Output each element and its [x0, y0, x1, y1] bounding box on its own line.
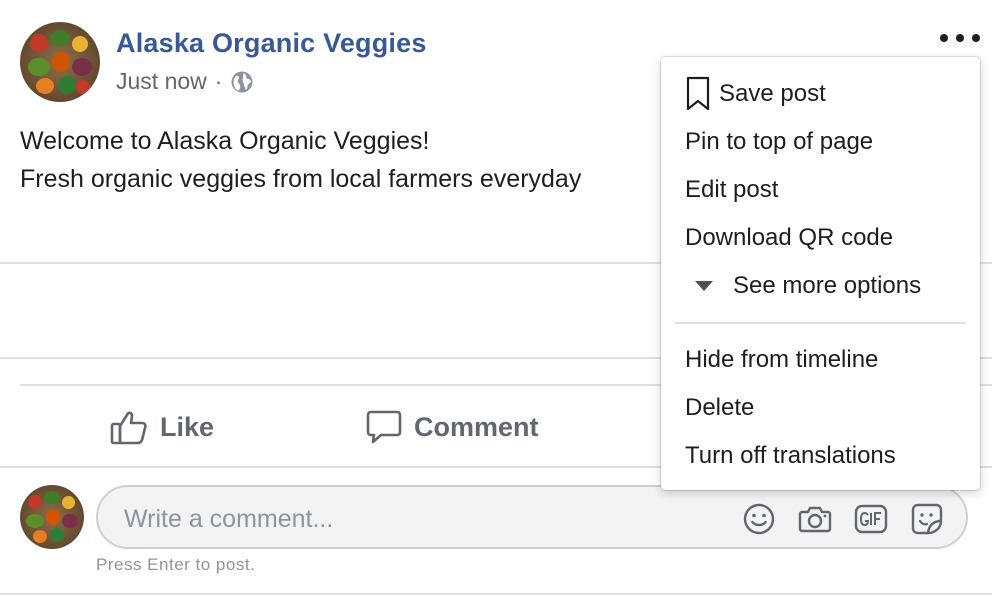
- avatar-veg: [62, 496, 75, 509]
- avatar-veg: [44, 491, 60, 504]
- post-options-menu: Save post Pin to top of page Edit post D…: [661, 57, 980, 490]
- menu-item-download-qr[interactable]: Download QR code: [661, 215, 980, 261]
- comment-label: Comment: [414, 411, 539, 442]
- page-name-link[interactable]: Alaska Organic Veggies: [116, 28, 427, 59]
- post-meta: Just now ·: [116, 68, 254, 95]
- menu-item-label: Delete: [685, 394, 755, 421]
- menu-item-edit-post[interactable]: Edit post: [661, 167, 980, 213]
- post-body: Welcome to Alaska Organic Veggies! Fresh…: [20, 122, 581, 198]
- gif-icon[interactable]: [854, 502, 888, 536]
- avatar-veg: [30, 34, 48, 52]
- post-text-line: Welcome to Alaska Organic Veggies!: [20, 127, 430, 155]
- menu-item-see-more-options[interactable]: See more options: [661, 263, 980, 309]
- menu-item-label: Edit post: [685, 176, 779, 203]
- thumbs-up-icon: [110, 408, 148, 446]
- avatar-veg: [50, 30, 70, 46]
- comment-composer[interactable]: [96, 485, 968, 549]
- avatar-veg: [72, 58, 92, 76]
- menu-item-save-post[interactable]: Save post: [661, 71, 980, 117]
- composer-hint: Press Enter to post.: [96, 555, 256, 574]
- comment-button[interactable]: Comment: [366, 404, 539, 450]
- page-avatar[interactable]: [20, 22, 100, 102]
- avatar-veg: [58, 76, 76, 94]
- post-options-button[interactable]: [940, 26, 980, 50]
- menu-item-pin-to-top[interactable]: Pin to top of page: [661, 119, 980, 165]
- avatar-veg: [52, 52, 70, 72]
- globe-icon[interactable]: [230, 70, 254, 94]
- avatar-veg: [33, 530, 47, 543]
- menu-item-label: Turn off translations: [685, 442, 896, 469]
- dot-icon: [940, 34, 948, 42]
- post-timestamp[interactable]: Just now: [116, 68, 207, 95]
- avatar-veg: [76, 80, 90, 94]
- dot-icon: [972, 34, 980, 42]
- avatar-veg: [28, 58, 50, 76]
- avatar-veg: [26, 514, 44, 528]
- sticker-icon[interactable]: [910, 502, 944, 536]
- camera-icon[interactable]: [798, 502, 832, 536]
- avatar-veg: [62, 514, 78, 528]
- avatar-veg: [50, 528, 64, 542]
- menu-item-delete[interactable]: Delete: [661, 385, 980, 431]
- avatar-veg: [28, 495, 42, 509]
- menu-item-label: Download QR code: [685, 224, 894, 251]
- menu-item-label: See more options: [733, 272, 922, 299]
- like-label: Like: [160, 411, 215, 442]
- menu-item-label: Hide from timeline: [685, 346, 879, 373]
- post-text-line: Fresh organic veggies from local farmers…: [20, 165, 582, 193]
- divider: [0, 593, 992, 595]
- menu-item-label: Pin to top of page: [685, 128, 874, 155]
- meta-separator: ·: [214, 68, 223, 94]
- menu-item-label: Save post: [719, 80, 826, 107]
- like-button[interactable]: Like: [110, 404, 214, 450]
- dot-icon: [956, 34, 964, 42]
- comment-input[interactable]: [122, 501, 706, 537]
- avatar-veg: [46, 509, 60, 525]
- comment-bubble-icon: [366, 409, 402, 445]
- bookmark-icon: [685, 76, 711, 112]
- menu-item-turn-off-translations[interactable]: Turn off translations: [661, 433, 980, 479]
- commenter-avatar[interactable]: [20, 485, 84, 549]
- avatar-veg: [72, 36, 88, 52]
- menu-divider: [675, 322, 966, 324]
- emoji-icon[interactable]: [742, 502, 776, 536]
- menu-item-hide-from-timeline[interactable]: Hide from timeline: [661, 337, 980, 383]
- caret-down-icon: [695, 281, 713, 291]
- avatar-veg: [36, 78, 54, 94]
